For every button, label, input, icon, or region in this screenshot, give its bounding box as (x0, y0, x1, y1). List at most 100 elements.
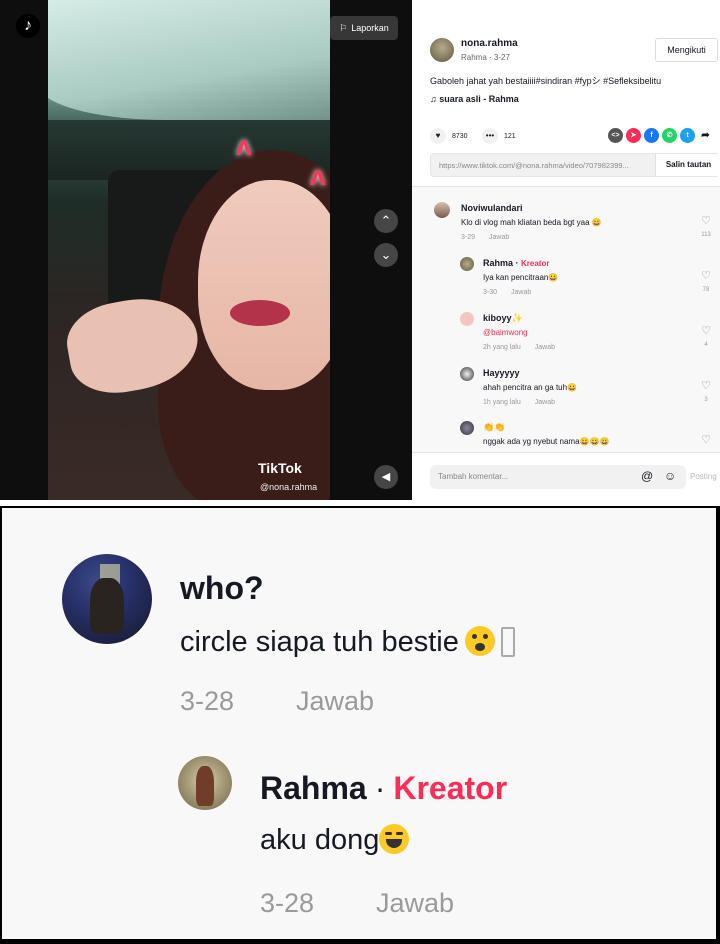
commenter-avatar[interactable] (434, 202, 450, 218)
video-link-box: https://www.tiktok.com/@nona.rahma/video… (430, 153, 720, 177)
facebook-icon[interactable]: f (644, 128, 659, 143)
creator-badge: Kreator (521, 259, 550, 268)
mention-icon[interactable]: @ (641, 469, 653, 483)
creator-name[interactable]: Rahma · Kreator (260, 770, 507, 807)
comment-date: 3-30 (483, 289, 498, 296)
comment-icon: ••• (482, 128, 498, 144)
creator-avatar[interactable] (178, 756, 232, 810)
video-player[interactable]: ᴧ ᴧ ♪ ⚐ Laporkan ⌃ ⌄ TikTok @nona.rahma … (0, 0, 412, 500)
comment-text: Klo di vlog mah kliatan beda bgt yaa 😀 (461, 218, 602, 227)
comment-text-content: circle siapa tuh bestie (180, 626, 459, 658)
report-button[interactable]: ⚐ Laporkan (330, 16, 398, 40)
heart-icon[interactable]: ♡ (698, 214, 714, 227)
watermark-handle: @nona.rahma (260, 482, 318, 492)
music-note-icon: ♫ (430, 94, 440, 104)
commenter-name[interactable]: Rahma · Kreator (483, 258, 549, 268)
comment-text: nggak ada yg nyebut nama😀😀😀 (483, 437, 610, 446)
commenter-name[interactable]: 👏👏 (483, 422, 505, 433)
comment-like-count: 78 (702, 287, 710, 293)
reply-link[interactable]: Jawab (535, 399, 555, 406)
comment-date: 1h yang lalu (483, 399, 521, 406)
commenter-name[interactable]: Hayyyyy (483, 368, 520, 378)
reply-date: 3-28 (260, 888, 315, 918)
commenter-avatar[interactable] (460, 367, 474, 381)
comment-meta: 2h yang lalu Jawab (483, 344, 555, 351)
post-sound[interactable]: ♫ suara asli - Rahma (430, 94, 519, 104)
comment-text: circle siapa tuh bestie (180, 626, 515, 659)
previous-video-button[interactable]: ⌃ (374, 209, 398, 233)
flag-icon: ⚐ (339, 22, 348, 33)
name-separator: · (374, 770, 386, 806)
commenter-name[interactable]: kiboyy✨ (483, 313, 523, 324)
copy-link-button[interactable]: Salin tautan (655, 154, 720, 176)
horn-sticker-left: ᴧ (236, 130, 252, 161)
reply-link[interactable]: Jawab (535, 344, 555, 351)
reply-link[interactable]: Jawab (511, 289, 531, 296)
commenter-name[interactable]: who? (180, 570, 264, 607)
like-count: 8730 (452, 132, 468, 140)
avatar-figure-shape (90, 578, 124, 634)
missing-glyph-icon (500, 627, 515, 657)
shocked-emoji-icon (464, 626, 495, 656)
emoji-icon[interactable]: ☺ (664, 469, 676, 483)
send-icon[interactable]: ➤ (626, 128, 641, 143)
comment-like-count: 4 (704, 342, 708, 348)
share-arrow-icon[interactable]: ➦ (698, 128, 713, 143)
comment-count: 121 (504, 132, 516, 140)
comment-item: kiboyy✨ @baimwong 2h yang lalu Jawab ♡ 4 (460, 312, 720, 356)
comment-composer: Tambah komentar... @ ☺ Posting (412, 452, 720, 500)
reply-link[interactable]: Jawab (376, 888, 454, 919)
horn-sticker-right: ᴧ (310, 160, 326, 191)
post-side-panel: nona.rahma Rahma · 3-27 Mengikuti Gabole… (412, 0, 720, 500)
post-comment-button[interactable]: Posting (690, 472, 717, 481)
comment-item: 👏👏 nggak ada yg nyebut nama😀😀😀 ♡ (460, 421, 720, 451)
commenter-avatar[interactable] (460, 421, 474, 435)
comment-text: ahah pencitra an ga tuh😀 (483, 383, 578, 392)
heart-icon[interactable]: ♡ (698, 379, 714, 392)
commenter-avatar[interactable] (460, 257, 474, 271)
comment-stat[interactable]: ••• 121 (482, 128, 516, 144)
comment-mention[interactable]: @baimwong (483, 328, 528, 337)
commenter-name[interactable]: Noviwulandari (461, 203, 523, 213)
zoomed-comment-panel: who? circle siapa tuh bestie 3-28 Jawab … (2, 508, 716, 939)
author-avatar[interactable] (430, 38, 454, 62)
reply-link[interactable]: Jawab (296, 686, 374, 717)
video-frame[interactable]: ᴧ ᴧ (48, 0, 330, 500)
share-buttons: <> ➤ f ✆ t ➦ (608, 128, 713, 143)
heart-icon[interactable]: ♡ (698, 269, 714, 282)
comment-like-count: 113 (701, 232, 711, 238)
author-subline: Rahma · 3-27 (461, 53, 510, 62)
author-username[interactable]: nona.rahma (461, 38, 518, 49)
tiktok-logo-icon[interactable]: ♪ (16, 14, 40, 38)
following-button[interactable]: Mengikuti (655, 38, 718, 62)
report-label: Laporkan (351, 23, 389, 33)
comment-list[interactable]: Noviwulandari Klo di vlog mah kliatan be… (412, 187, 720, 452)
volume-button[interactable]: ◀ (374, 465, 398, 489)
creator-badge: Kreator (393, 770, 508, 806)
tiktok-web-screenshot: ᴧ ᴧ ♪ ⚐ Laporkan ⌃ ⌄ TikTok @nona.rahma … (0, 0, 720, 503)
reply-text-content: aku dong (260, 824, 380, 856)
video-car-roof (48, 0, 330, 120)
whatsapp-icon[interactable]: ✆ (662, 128, 677, 143)
comment-item: Rahma · Kreator Iya kan pencitraan😀 3-30… (460, 257, 720, 301)
reply-link[interactable]: Jawab (489, 234, 509, 241)
commenter-avatar[interactable] (460, 312, 474, 326)
video-link[interactable]: https://www.tiktok.com/@nona.rahma/video… (439, 161, 654, 170)
commenter-avatar[interactable] (62, 554, 152, 644)
comment-item: Noviwulandari Klo di vlog mah kliatan be… (434, 202, 720, 246)
heart-icon[interactable]: ♡ (698, 324, 714, 337)
embed-icon[interactable]: <> (608, 128, 623, 143)
next-video-button[interactable]: ⌄ (374, 243, 398, 267)
volume-icon: ◀ (381, 471, 391, 483)
comment-date: 2h yang lalu (483, 344, 521, 351)
zoomed-comment-crop: who? circle siapa tuh bestie 3-28 Jawab … (0, 506, 720, 944)
like-stat[interactable]: ♥ 8730 (430, 128, 468, 144)
heart-icon[interactable]: ♡ (698, 433, 714, 446)
avatar-figure-shape (196, 766, 214, 806)
comment-like-count: 3 (704, 397, 708, 403)
comment-meta: 1h yang lalu Jawab (483, 399, 555, 406)
twitter-icon[interactable]: t (680, 128, 695, 143)
comment-date: 3-29 (461, 234, 476, 241)
chevron-down-icon: ⌄ (380, 247, 392, 262)
comment-meta: 3-30 Jawab (483, 289, 531, 296)
